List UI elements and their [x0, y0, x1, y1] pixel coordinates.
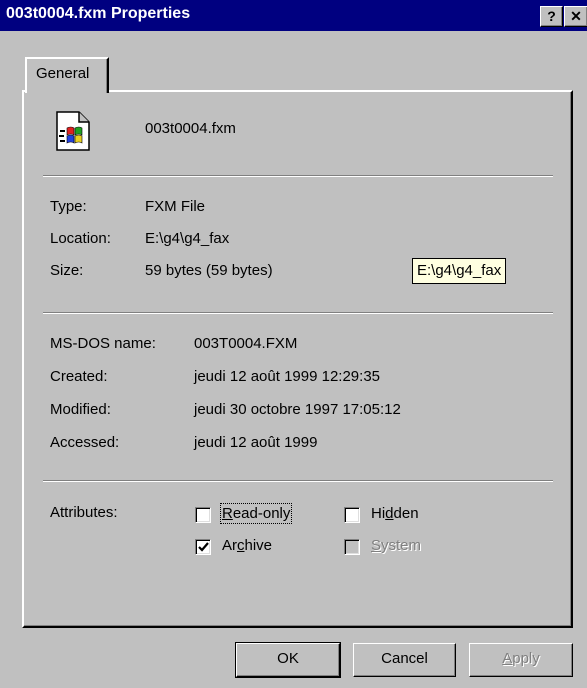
- created-label: Created:: [50, 368, 108, 385]
- type-label: Type:: [50, 198, 87, 215]
- msdos-name-value: 003T0004.FXM: [194, 335, 298, 352]
- location-label: Location:: [50, 230, 111, 247]
- separator: [43, 175, 553, 177]
- help-button[interactable]: ?: [540, 6, 563, 27]
- location-value: E:\g4\g4_fax: [145, 230, 230, 247]
- general-panel: [22, 90, 573, 628]
- archive-label[interactable]: Archive: [222, 537, 272, 554]
- close-button[interactable]: ✕: [564, 6, 587, 27]
- checkmark-icon: [198, 542, 209, 552]
- location-tooltip: E:\g4\g4_fax: [412, 258, 507, 284]
- ok-button[interactable]: OK: [235, 642, 341, 678]
- hidden-label[interactable]: Hidden: [371, 505, 419, 522]
- size-value: 59 bytes (59 bytes): [145, 262, 273, 279]
- question-mark-icon: ?: [547, 8, 556, 24]
- modified-value: jeudi 30 octobre 1997 17:05:12: [194, 401, 401, 418]
- created-value: jeudi 12 août 1999 12:29:35: [194, 368, 380, 385]
- cancel-button[interactable]: Cancel: [353, 643, 456, 677]
- system-checkbox: [344, 539, 360, 555]
- system-label: System: [371, 537, 422, 554]
- window-title: 003t0004.fxm Properties: [6, 5, 191, 22]
- separator: [43, 480, 553, 482]
- msdos-name-label: MS-DOS name:: [50, 335, 156, 352]
- read-only-label[interactable]: Read-only: [219, 503, 293, 524]
- archive-checkbox[interactable]: [195, 539, 211, 555]
- tab-general[interactable]: General: [25, 57, 109, 93]
- accessed-value: jeudi 12 août 1999: [194, 434, 318, 451]
- tab-general-label: General: [36, 65, 90, 82]
- type-value: FXM File: [145, 198, 205, 215]
- apply-button[interactable]: Apply: [469, 643, 573, 677]
- title-bar[interactable]: 003t0004.fxm Properties ? ✕: [0, 0, 587, 31]
- modified-label: Modified:: [50, 401, 111, 418]
- read-only-checkbox[interactable]: [195, 507, 211, 523]
- file-name: 003t0004.fxm: [145, 120, 236, 137]
- fax-document-icon: [56, 111, 90, 151]
- hidden-checkbox[interactable]: [344, 507, 360, 523]
- accessed-label: Accessed:: [50, 434, 120, 451]
- close-icon: ✕: [570, 8, 582, 24]
- size-label: Size:: [50, 262, 84, 279]
- separator: [43, 312, 553, 314]
- attributes-label: Attributes:: [50, 504, 118, 521]
